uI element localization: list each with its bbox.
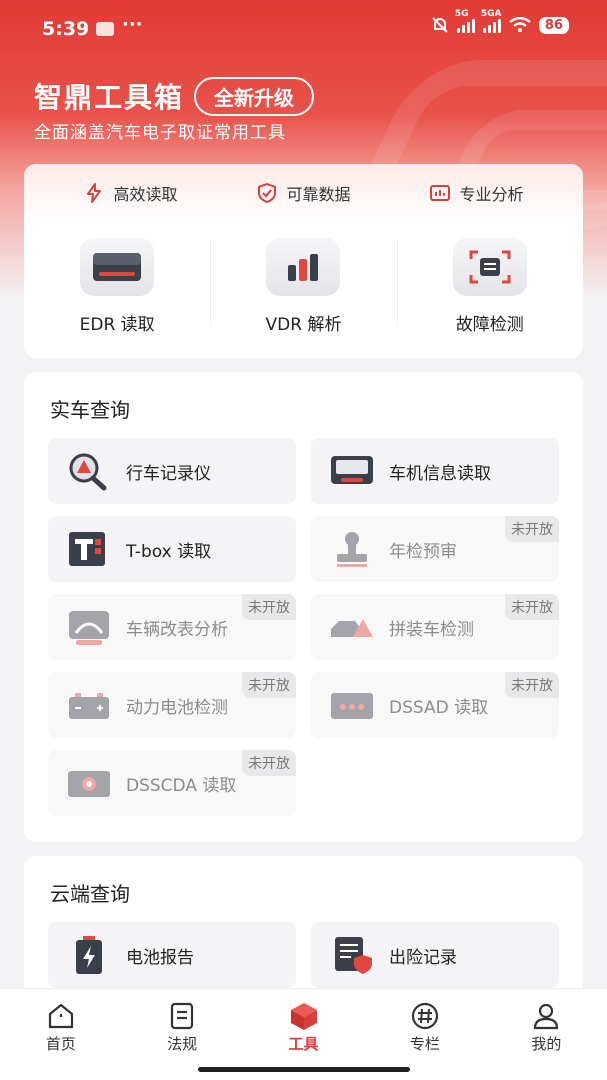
main-tools-card: 高效读取 可靠数据 专业分析 EDR 读取 VDR 解析 故障检测 xyxy=(24,164,583,358)
status-bar: 5:39 ··· 5G 5GA 86 xyxy=(0,0,607,60)
tool-fault-detect[interactable]: 故障检测 xyxy=(396,222,583,358)
home-indicator[interactable] xyxy=(198,1067,410,1072)
lightning-icon xyxy=(87,183,102,203)
battery-icon xyxy=(66,685,112,725)
feature-strip: 高效读取 可靠数据 专业分析 xyxy=(24,164,583,222)
upgrade-badge[interactable]: 全新升级 xyxy=(194,76,315,116)
tab-mine[interactable]: 我的 xyxy=(486,989,607,1080)
analysis-chart-icon xyxy=(430,185,451,201)
magnifier-warning-icon xyxy=(66,451,112,491)
battery-bolt-icon xyxy=(66,935,112,975)
tbox-icon xyxy=(66,529,112,569)
hashtag-icon xyxy=(411,1002,439,1030)
shield-check-icon xyxy=(258,182,277,204)
status-time: 5:39 xyxy=(42,18,90,40)
item-head-unit-read[interactable]: 车机信息读取 xyxy=(311,438,559,504)
real-vehicle-card: 实车查询 行车记录仪 车机信息读取 T-box 读取 年检预审 未开放 车辆改表… xyxy=(24,372,583,842)
tab-home[interactable]: 首页 xyxy=(0,989,121,1080)
item-dashcam[interactable]: 行车记录仪 xyxy=(48,438,296,504)
recorder-box-icon xyxy=(329,685,375,725)
item-tbox-read[interactable]: T-box 读取 xyxy=(48,516,296,582)
signal-icon: 5G xyxy=(455,9,475,33)
item-dssad-read[interactable]: DSSAD 读取 未开放 xyxy=(311,672,559,738)
home-icon xyxy=(48,1003,73,1029)
user-icon xyxy=(534,1003,559,1030)
section-title: 云端查询 xyxy=(50,882,130,906)
item-battery-report[interactable]: 电池报告 xyxy=(48,922,296,988)
notification-icon xyxy=(96,22,114,36)
item-dsscda-read[interactable]: DSSCDA 读取 未开放 xyxy=(48,750,296,816)
mute-bell-icon xyxy=(432,17,448,33)
head-unit-icon xyxy=(329,451,375,491)
item-assembled-car-detect[interactable]: 拼装车检测 未开放 xyxy=(311,594,559,660)
feature-pro-analysis: 专业分析 xyxy=(429,181,524,205)
more-notifications-icon: ··· xyxy=(122,14,143,35)
toolbox-cube-icon xyxy=(290,1003,317,1030)
item-battery-detect[interactable]: 动力电池检测 未开放 xyxy=(48,672,296,738)
app-subtitle: 全面涵盖汽车电子取证常用工具 xyxy=(34,123,286,143)
battery-indicator: 86 xyxy=(538,16,569,34)
not-open-badge: 未开放 xyxy=(505,594,559,620)
scan-frame-icon xyxy=(452,238,527,296)
car-warning-icon xyxy=(329,607,375,647)
document-list-icon xyxy=(171,1002,194,1030)
not-open-badge: 未开放 xyxy=(505,672,559,698)
car-logo-box-icon xyxy=(66,763,112,803)
item-claim-records[interactable]: 出险记录 xyxy=(311,922,559,988)
feature-reliable-data: 可靠数据 xyxy=(256,181,351,205)
app-title: 智鼎工具箱 xyxy=(34,81,185,114)
feature-fast-read: 高效读取 xyxy=(83,181,178,205)
section-title: 实车查询 xyxy=(50,398,130,422)
item-inspection-precheck[interactable]: 年检预审 未开放 xyxy=(311,516,559,582)
stamp-icon xyxy=(329,529,375,569)
tool-edr-read[interactable]: EDR 读取 xyxy=(24,222,210,358)
not-open-badge: 未开放 xyxy=(242,594,296,620)
document-shield-icon xyxy=(329,935,375,975)
bar-chart-icon xyxy=(266,238,341,296)
signal-icon: 5GA xyxy=(481,9,502,33)
item-odometer-analysis[interactable]: 车辆改表分析 未开放 xyxy=(48,594,296,660)
dashboard-icon xyxy=(66,607,112,647)
not-open-badge: 未开放 xyxy=(242,750,296,776)
edr-device-icon xyxy=(80,238,155,296)
not-open-badge: 未开放 xyxy=(242,672,296,698)
tool-vdr-parse[interactable]: VDR 解析 xyxy=(210,222,396,358)
not-open-badge: 未开放 xyxy=(505,516,559,542)
wifi-icon xyxy=(509,17,531,32)
